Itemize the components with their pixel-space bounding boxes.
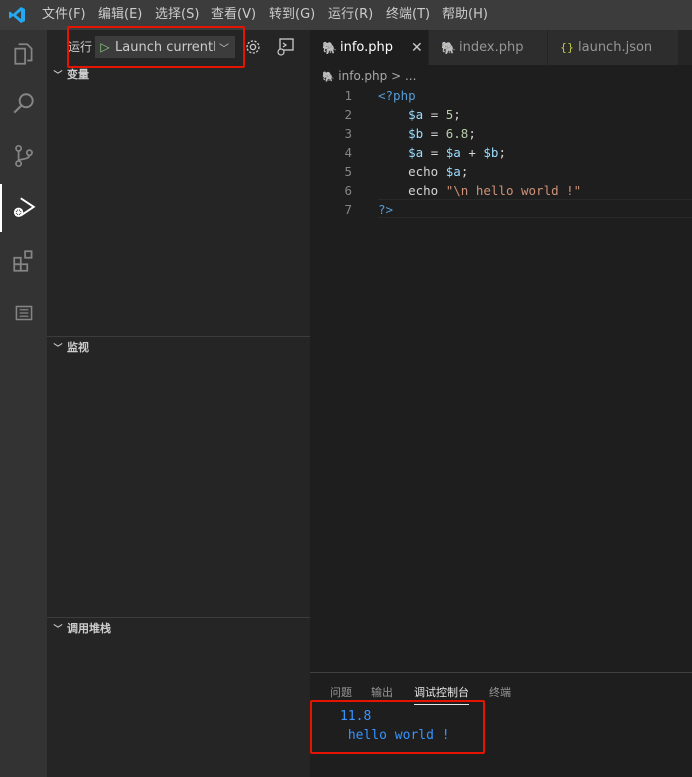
code-token: ?> bbox=[378, 202, 394, 217]
watch-section-title: 监视 bbox=[67, 341, 89, 354]
code-line: $b = 6.8; bbox=[378, 124, 476, 143]
line-number: 3 bbox=[344, 126, 352, 141]
code-line: echo $a; bbox=[378, 162, 468, 181]
menu-run[interactable]: 运行(R) bbox=[328, 0, 373, 30]
code-line: $a = 5; bbox=[378, 105, 461, 124]
code-token: = bbox=[423, 107, 446, 122]
code-token: + bbox=[460, 145, 484, 160]
tab-label: index.php bbox=[459, 40, 524, 55]
explorer-icon[interactable] bbox=[0, 30, 47, 78]
code-token: echo bbox=[408, 164, 439, 179]
highlight-box-console bbox=[310, 700, 485, 754]
code-token: echo bbox=[408, 183, 439, 198]
breadcrumb: 🐘 info.php > ... bbox=[322, 66, 416, 86]
menu-go[interactable]: 转到(G) bbox=[269, 0, 315, 30]
code-token: ; bbox=[468, 126, 476, 141]
code-token: $a bbox=[408, 145, 424, 160]
code-token: $b bbox=[408, 126, 424, 141]
breadcrumb-separator: > bbox=[391, 69, 402, 83]
code-line: <?php bbox=[378, 86, 416, 105]
panel-tab-terminal[interactable]: 终端 bbox=[489, 682, 511, 704]
current-line-highlight bbox=[378, 199, 692, 218]
line-number: 5 bbox=[344, 164, 352, 179]
code-line: $a = $a + $b; bbox=[378, 143, 506, 162]
line-number: 6 bbox=[344, 183, 352, 198]
code-token: ; bbox=[460, 164, 469, 179]
chevron-down-icon: ﹀ bbox=[53, 344, 63, 354]
code-token: $b bbox=[483, 145, 499, 160]
menu-terminal[interactable]: 终端(T) bbox=[386, 0, 430, 30]
code-token: = bbox=[423, 145, 446, 160]
breadcrumb-file[interactable]: info.php bbox=[338, 69, 387, 83]
code-token: = bbox=[423, 126, 446, 141]
line-number: 2 bbox=[344, 107, 352, 122]
run-and-debug-sidebar bbox=[47, 30, 310, 777]
php-icon: 🐘 bbox=[441, 40, 456, 55]
code-token: $a bbox=[408, 107, 424, 122]
code-line: echo "\n hello world !" bbox=[378, 181, 581, 200]
php-icon: 🐘 bbox=[322, 40, 337, 55]
code-token: 6.8 bbox=[445, 126, 469, 141]
line-number: 4 bbox=[344, 145, 352, 160]
tab-index-php[interactable]: 🐘 index.php bbox=[429, 30, 547, 65]
code-token: ; bbox=[498, 145, 506, 160]
callstack-section-header[interactable]: ﹀ 调用堆栈 bbox=[47, 618, 310, 640]
code-token: ; bbox=[453, 107, 461, 122]
tab-launch-json[interactable]: {} launch.json bbox=[548, 30, 678, 65]
json-icon: {} bbox=[560, 41, 574, 54]
code-token: "\n hello world !" bbox=[445, 183, 582, 198]
code-token: $a bbox=[445, 145, 461, 160]
code-token: <?php bbox=[378, 88, 416, 103]
menu-help[interactable]: 帮助(H) bbox=[442, 0, 488, 30]
code-token: $a bbox=[445, 164, 461, 179]
tab-label: info.php bbox=[340, 40, 394, 55]
search-icon[interactable] bbox=[0, 80, 47, 128]
highlight-box-config bbox=[67, 26, 245, 68]
source-control-icon[interactable] bbox=[0, 132, 47, 180]
outline-icon[interactable] bbox=[0, 289, 47, 337]
close-icon[interactable]: ✕ bbox=[411, 40, 423, 56]
run-debug-icon[interactable] bbox=[0, 184, 47, 232]
chevron-down-icon: ﹀ bbox=[53, 625, 63, 635]
watch-section-header[interactable]: ﹀ 监视 bbox=[47, 337, 310, 359]
php-icon: 🐘 bbox=[322, 72, 335, 83]
variables-section-header[interactable]: ﹀ 变量 bbox=[47, 64, 310, 86]
tab-label: launch.json bbox=[578, 40, 653, 55]
chevron-down-icon: ﹀ bbox=[53, 71, 63, 81]
callstack-section-title: 调用堆栈 bbox=[67, 622, 111, 635]
line-number: 1 bbox=[344, 88, 352, 103]
extensions-icon[interactable] bbox=[0, 237, 47, 285]
variables-section-title: 变量 bbox=[67, 68, 89, 81]
breadcrumb-more[interactable]: ... bbox=[405, 69, 416, 83]
debug-console-icon[interactable] bbox=[275, 37, 295, 57]
tab-info-php[interactable]: 🐘 info.php ✕ bbox=[310, 30, 428, 65]
gear-icon[interactable] bbox=[243, 37, 263, 57]
line-number: 7 bbox=[344, 202, 352, 217]
vscode-logo-icon bbox=[9, 7, 25, 23]
code-line: ?> bbox=[378, 200, 393, 219]
